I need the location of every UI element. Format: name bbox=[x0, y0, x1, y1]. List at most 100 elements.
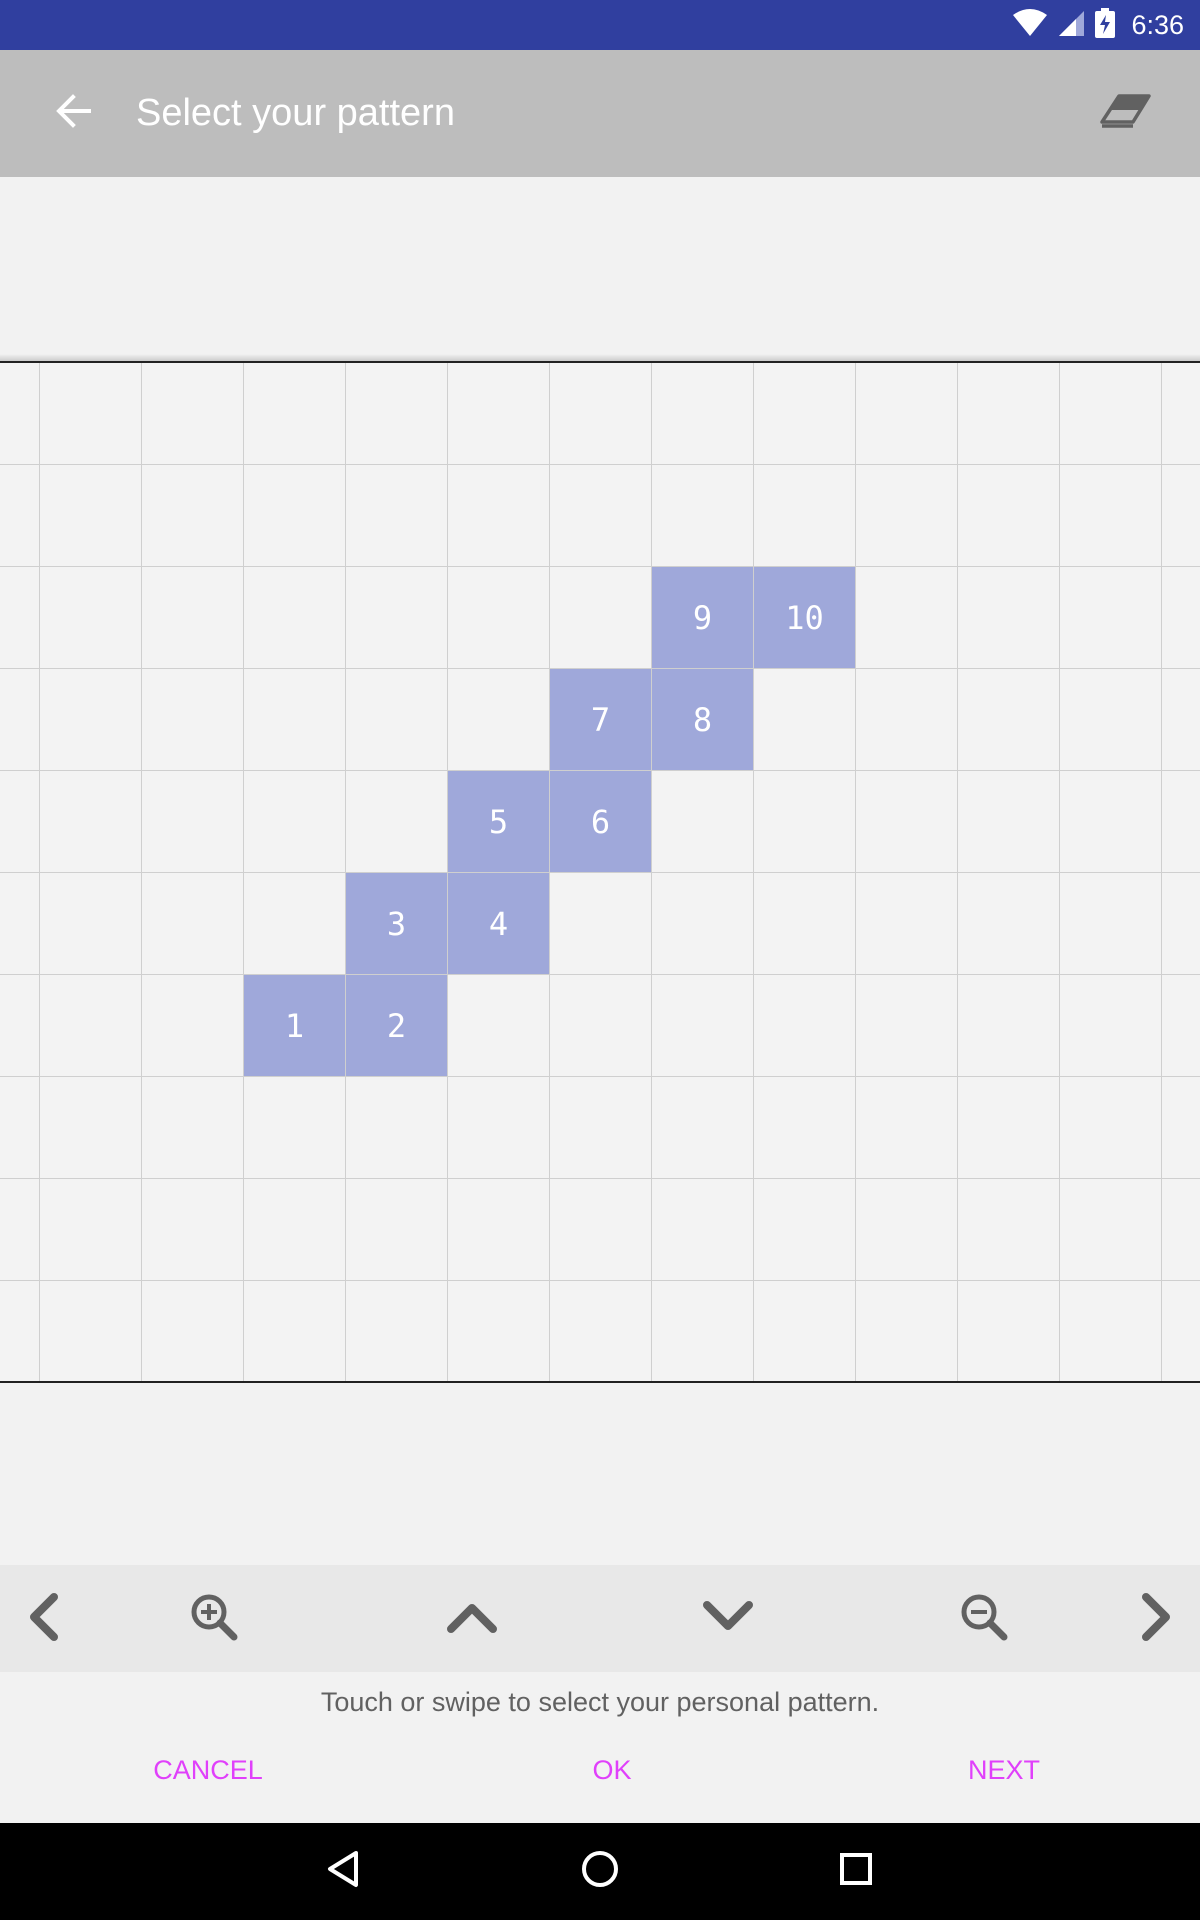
pattern-cell[interactable] bbox=[1060, 873, 1162, 975]
pattern-cell[interactable] bbox=[958, 363, 1060, 465]
pattern-cell[interactable] bbox=[40, 1179, 142, 1281]
pattern-cell[interactable] bbox=[856, 567, 958, 669]
pattern-cell[interactable] bbox=[448, 567, 550, 669]
pattern-cell[interactable] bbox=[1060, 363, 1162, 465]
pattern-cell[interactable] bbox=[142, 873, 244, 975]
pattern-cell[interactable] bbox=[856, 669, 958, 771]
pattern-cell[interactable] bbox=[1162, 567, 1200, 669]
pattern-cell[interactable] bbox=[244, 873, 346, 975]
pattern-cell[interactable] bbox=[1060, 669, 1162, 771]
pattern-cell[interactable] bbox=[1162, 465, 1200, 567]
pattern-cell-selected[interactable]: 10 bbox=[754, 567, 856, 669]
back-button[interactable] bbox=[38, 78, 108, 148]
pattern-cell[interactable] bbox=[754, 975, 856, 1077]
scroll-down-button[interactable] bbox=[690, 1581, 766, 1657]
pattern-cell[interactable] bbox=[244, 1281, 346, 1381]
pattern-cell[interactable] bbox=[448, 975, 550, 1077]
pattern-cell[interactable] bbox=[550, 567, 652, 669]
pattern-cell[interactable] bbox=[958, 1179, 1060, 1281]
pattern-cell[interactable] bbox=[142, 567, 244, 669]
pattern-cell[interactable] bbox=[448, 669, 550, 771]
pattern-cell[interactable] bbox=[142, 771, 244, 873]
pattern-cell[interactable] bbox=[40, 1077, 142, 1179]
pattern-cell[interactable] bbox=[0, 363, 40, 465]
pattern-cell[interactable] bbox=[448, 1281, 550, 1381]
pattern-cell[interactable] bbox=[346, 1179, 448, 1281]
pattern-cell[interactable] bbox=[652, 771, 754, 873]
pattern-cell[interactable] bbox=[550, 1179, 652, 1281]
pattern-cell[interactable] bbox=[754, 465, 856, 567]
pattern-cell[interactable] bbox=[346, 567, 448, 669]
pattern-cell[interactable] bbox=[1060, 975, 1162, 1077]
pattern-cell[interactable] bbox=[550, 975, 652, 1077]
pattern-cell[interactable] bbox=[346, 1281, 448, 1381]
pattern-cell-selected[interactable]: 1 bbox=[244, 975, 346, 1077]
nav-back-button[interactable] bbox=[314, 1841, 374, 1901]
pattern-cell[interactable] bbox=[754, 1179, 856, 1281]
pattern-cell[interactable] bbox=[856, 873, 958, 975]
pattern-cell[interactable] bbox=[244, 465, 346, 567]
pattern-cell[interactable] bbox=[754, 873, 856, 975]
ok-button[interactable]: OK bbox=[552, 1735, 672, 1805]
pattern-cell[interactable] bbox=[754, 771, 856, 873]
pattern-cell[interactable] bbox=[0, 669, 40, 771]
pattern-cell[interactable] bbox=[0, 567, 40, 669]
pattern-cell[interactable] bbox=[0, 1077, 40, 1179]
pattern-cell[interactable] bbox=[1060, 567, 1162, 669]
pattern-cell[interactable] bbox=[40, 465, 142, 567]
pattern-cell[interactable] bbox=[754, 1077, 856, 1179]
pattern-cell[interactable] bbox=[550, 1077, 652, 1179]
pattern-cell[interactable] bbox=[448, 465, 550, 567]
pattern-cell[interactable] bbox=[40, 567, 142, 669]
pattern-cell-selected[interactable]: 9 bbox=[652, 567, 754, 669]
clear-pattern-button[interactable] bbox=[1090, 80, 1160, 146]
pattern-cell[interactable] bbox=[0, 873, 40, 975]
pattern-cell[interactable] bbox=[0, 771, 40, 873]
pattern-cell[interactable] bbox=[652, 1179, 754, 1281]
pattern-cell[interactable] bbox=[448, 1179, 550, 1281]
pattern-cell[interactable] bbox=[958, 873, 1060, 975]
pattern-cell[interactable] bbox=[958, 771, 1060, 873]
pattern-cell[interactable] bbox=[856, 771, 958, 873]
pattern-cell[interactable] bbox=[1162, 975, 1200, 1077]
pattern-cell[interactable] bbox=[142, 975, 244, 1077]
pattern-cell[interactable] bbox=[856, 465, 958, 567]
pattern-cell[interactable] bbox=[40, 363, 142, 465]
pattern-cell[interactable] bbox=[550, 1281, 652, 1381]
pattern-cell[interactable] bbox=[754, 1281, 856, 1381]
pattern-cell[interactable] bbox=[958, 669, 1060, 771]
pattern-cell-selected[interactable]: 8 bbox=[652, 669, 754, 771]
pattern-cell[interactable] bbox=[346, 771, 448, 873]
pattern-cell-selected[interactable]: 3 bbox=[346, 873, 448, 975]
pattern-cell[interactable] bbox=[550, 465, 652, 567]
pattern-cell[interactable] bbox=[142, 1179, 244, 1281]
zoom-out-button[interactable] bbox=[946, 1581, 1022, 1657]
pattern-cell[interactable] bbox=[652, 1281, 754, 1381]
pattern-cell[interactable] bbox=[40, 771, 142, 873]
nav-recents-button[interactable] bbox=[826, 1841, 886, 1901]
pattern-cell[interactable] bbox=[244, 771, 346, 873]
pattern-cell[interactable] bbox=[856, 1179, 958, 1281]
pattern-cell[interactable] bbox=[142, 465, 244, 567]
pattern-cell[interactable] bbox=[1060, 771, 1162, 873]
pattern-cell[interactable] bbox=[1060, 1281, 1162, 1381]
pattern-cell-selected[interactable]: 4 bbox=[448, 873, 550, 975]
pattern-cell[interactable] bbox=[958, 465, 1060, 567]
pattern-cell[interactable] bbox=[346, 1077, 448, 1179]
pattern-cell[interactable] bbox=[1162, 1179, 1200, 1281]
pattern-cell[interactable] bbox=[142, 363, 244, 465]
pattern-cell-selected[interactable]: 5 bbox=[448, 771, 550, 873]
pattern-cell[interactable] bbox=[244, 567, 346, 669]
pattern-cell[interactable] bbox=[0, 1179, 40, 1281]
scroll-left-button[interactable] bbox=[6, 1581, 82, 1657]
pattern-cell[interactable] bbox=[1060, 1077, 1162, 1179]
pattern-cell[interactable] bbox=[1162, 669, 1200, 771]
nav-home-button[interactable] bbox=[570, 1841, 630, 1901]
pattern-cell-selected[interactable]: 6 bbox=[550, 771, 652, 873]
pattern-cell[interactable] bbox=[1162, 771, 1200, 873]
pattern-cell[interactable] bbox=[448, 363, 550, 465]
pattern-cell[interactable] bbox=[652, 1077, 754, 1179]
pattern-cell[interactable] bbox=[652, 363, 754, 465]
pattern-cell[interactable] bbox=[856, 363, 958, 465]
pattern-cell[interactable] bbox=[1162, 1077, 1200, 1179]
